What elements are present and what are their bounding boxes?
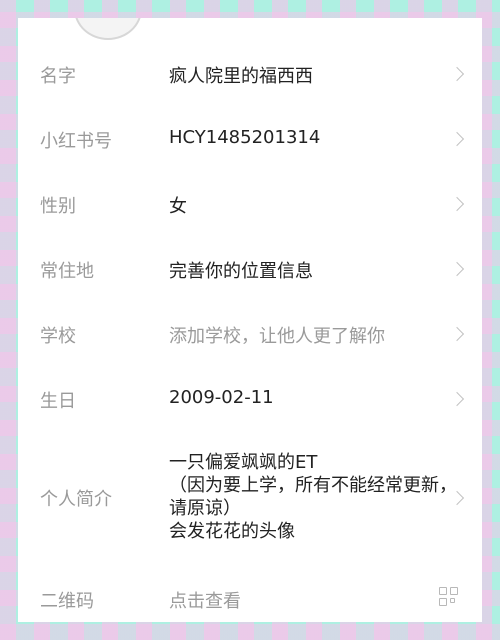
bio-line: 会发花花的头像 [169,521,295,542]
field-bio[interactable]: 个人简介 一只偏爱飒飒的ET （因为要上学，所有不能经常更新，请原谅） 会发花花… [18,451,482,551]
chevron-right-icon [449,261,465,277]
field-school-label: 学校 [40,326,76,347]
bio-line: （因为要上学，所有不能经常更新，请原谅） [169,475,457,519]
field-bio-label: 个人简介 [40,489,112,510]
field-name-value: 疯人院里的福西西 [169,66,313,87]
field-red-id[interactable]: 小红书号 HCY1485201314 [18,123,482,175]
field-gender-value: 女 [169,196,187,217]
field-location-value: 完善你的位置信息 [169,261,313,282]
bio-line: 一只偏爱飒飒的ET [169,452,318,473]
chevron-right-icon [449,391,465,407]
chevron-right-icon [449,131,465,147]
field-gender-label: 性别 [40,196,76,217]
field-location[interactable]: 常住地 完善你的位置信息 [18,253,482,305]
field-red-id-value: HCY1485201314 [169,127,321,148]
field-gender[interactable]: 性别 女 [18,188,482,240]
field-qr-code-label: 二维码 [40,591,94,612]
field-name-label: 名字 [40,66,76,87]
chevron-right-icon [449,66,465,82]
field-name[interactable]: 名字 疯人院里的福西西 [18,58,482,110]
field-birthday[interactable]: 生日 2009-02-11 [18,383,482,435]
chevron-right-icon [449,326,465,342]
field-school-value: 添加学校，让他人更了解你 [169,326,385,347]
profile-edit-card: 名字 疯人院里的福西西 小红书号 HCY1485201314 性别 女 常住地 … [18,18,482,622]
field-birthday-label: 生日 [40,391,76,412]
field-location-label: 常住地 [40,261,94,282]
field-birthday-value: 2009-02-11 [169,387,274,408]
qr-code-icon[interactable] [439,587,459,607]
field-qr-code-value: 点击查看 [169,591,241,612]
field-school[interactable]: 学校 添加学校，让他人更了解你 [18,318,482,370]
avatar[interactable] [74,18,142,40]
field-red-id-label: 小红书号 [40,131,112,152]
chevron-right-icon [449,196,465,212]
field-bio-value: 一只偏爱飒飒的ET （因为要上学，所有不能经常更新，请原谅） 会发花花的头像 [169,451,461,543]
field-qr-code[interactable]: 二维码 点击查看 [18,583,482,622]
